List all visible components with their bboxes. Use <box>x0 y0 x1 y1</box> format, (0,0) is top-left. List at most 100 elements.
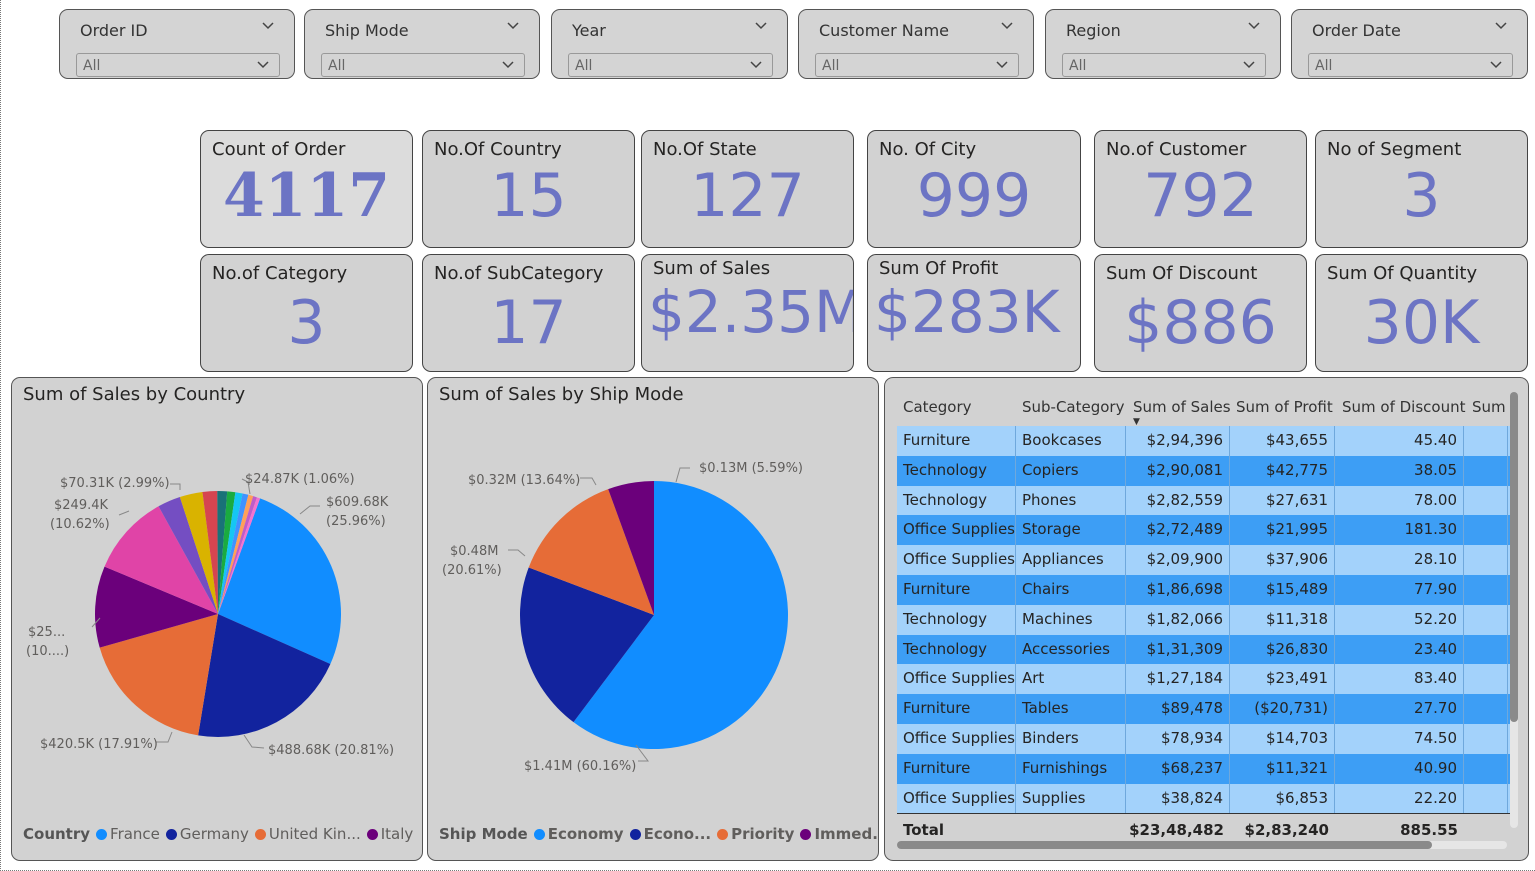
kpi-card-no-of-category[interactable]: No.of Category 3 <box>200 254 413 372</box>
chevron-down-icon[interactable] <box>748 57 764 73</box>
column-header-category[interactable]: Category <box>903 398 972 416</box>
legend-item-germany[interactable]: Germany <box>165 825 249 843</box>
legend-item-united-kin-[interactable]: United Kin... <box>254 825 361 843</box>
total-label: Total <box>903 821 944 840</box>
table-total-row: Total $23,48,482 $2,83,240 885.55 <box>897 813 1517 843</box>
country-legend: Country France Germany United Kin... Italy … <box>23 825 422 844</box>
country-pie-svg[interactable]: $609.68K (25.96%) $24.87K (1.06%) $70.31… <box>12 378 423 818</box>
card-value: 15 <box>490 161 567 231</box>
label-france-pct: (25.96%) <box>326 514 386 529</box>
table-cell: Technology <box>897 634 1016 665</box>
chevron-down-icon[interactable] <box>1241 57 1257 73</box>
table-cell-empty <box>1464 426 1508 456</box>
collapse-chevron-icon[interactable] <box>505 18 521 34</box>
kpi-card-count-of-order[interactable]: Count of Order 4117 <box>200 130 413 248</box>
collapse-chevron-icon[interactable] <box>999 18 1015 34</box>
slicer-customer-name[interactable]: Customer Name All <box>798 9 1034 79</box>
slicer-dropdown[interactable]: All <box>321 53 525 77</box>
column-header-sum-of-profit[interactable]: Sum of Profit <box>1236 398 1333 416</box>
table-row[interactable]: Office Supplies Binders $78,934 $14,703 74.5… <box>897 723 1517 754</box>
kpi-card-no-of-state[interactable]: No.Of State 127 <box>641 130 854 248</box>
table-row[interactable]: Technology Machines $1,82,066 $11,318 52.20 <box>897 604 1517 635</box>
total-profit: $2,83,240 <box>1244 821 1329 840</box>
slicer-dropdown[interactable]: All <box>1308 53 1513 77</box>
chevron-down-icon[interactable] <box>255 57 271 73</box>
label-econo2: $0.48M <box>450 544 498 559</box>
slicer-dropdown[interactable]: All <box>76 53 280 77</box>
collapse-chevron-icon[interactable] <box>1246 18 1262 34</box>
card-title: Sum Of Discount <box>1106 263 1258 284</box>
sales-table: Category Sub-Category Sum of Sales Sum of P… <box>897 386 1517 843</box>
column-header-sum[interactable]: Sum <box>1472 398 1506 416</box>
chevron-down-icon[interactable] <box>500 57 516 73</box>
label-italy: $25... <box>28 625 65 640</box>
collapse-chevron-icon[interactable] <box>753 18 769 34</box>
table-cell: Technology <box>897 455 1016 486</box>
table-cell: 181.30 <box>1335 515 1464 546</box>
slicer-dropdown[interactable]: All <box>815 53 1019 77</box>
horizontal-scrollbar[interactable] <box>897 841 1507 849</box>
table-cell: 74.50 <box>1335 723 1464 754</box>
table-row[interactable]: Furniture Bookcases $2,94,396 $43,655 45.40 <box>897 426 1517 456</box>
slicer-ship-mode[interactable]: Ship Mode All <box>304 9 540 79</box>
slicer-dropdown[interactable]: All <box>568 53 773 77</box>
vertical-scrollbar[interactable] <box>1510 392 1518 828</box>
slicer-order-date[interactable]: Order Date All <box>1291 9 1528 79</box>
table-row[interactable]: Technology Accessories $1,31,309 $26,830 23.… <box>897 634 1517 665</box>
kpi-card-sum-of-discount[interactable]: Sum Of Discount $886 <box>1094 254 1307 372</box>
kpi-card-sum-of-sales[interactable]: Sum of Sales $2.35M <box>641 254 854 372</box>
card-title: No.of SubCategory <box>434 263 604 284</box>
shipmode-pie-panel[interactable]: Sum of Sales by Ship Mode $0.13M (5.59%)… <box>427 377 879 861</box>
legend-item-priority[interactable]: Priority <box>717 825 794 843</box>
kpi-card-no-of-city[interactable]: No. Of City 999 <box>867 130 1081 248</box>
table-cell: $23,491 <box>1230 664 1335 695</box>
legend-item-france[interactable]: France <box>96 825 160 843</box>
column-header-sub-category[interactable]: Sub-Category <box>1022 398 1124 416</box>
table-cell: $11,321 <box>1230 753 1335 784</box>
label-s5-pct: (10.62%) <box>50 517 110 532</box>
legend-label: Priority <box>731 825 795 843</box>
column-header-sum-of-discount[interactable]: Sum of Discount <box>1342 398 1466 416</box>
column-header-sum-of-sales[interactable]: Sum of Sales <box>1133 398 1231 416</box>
table-panel[interactable]: Category Sub-Category Sum of Sales Sum of P… <box>884 377 1529 861</box>
table-row[interactable]: Technology Phones $2,82,559 $27,631 78.00 <box>897 485 1517 516</box>
kpi-card-no-of-segment[interactable]: No of Segment 3 <box>1315 130 1528 248</box>
legend-item-econo-[interactable]: Econo... <box>629 825 711 843</box>
table-row[interactable]: Office Supplies Art $1,27,184 $23,491 83.40 <box>897 664 1517 695</box>
table-row[interactable]: Office Supplies Appliances $2,09,900 $37,90… <box>897 545 1517 575</box>
table-cell: Technology <box>897 485 1016 516</box>
kpi-card-no-of-subcategory[interactable]: No.of SubCategory 17 <box>422 254 635 372</box>
collapse-chevron-icon[interactable] <box>260 18 276 34</box>
kpi-card-sum-of-profit[interactable]: Sum Of Profit $283K <box>867 254 1081 372</box>
table-cell: 27.70 <box>1335 694 1464 724</box>
legend-dot-icon <box>96 828 108 840</box>
table-row[interactable]: Furniture Furnishings $68,237 $11,321 40.90 <box>897 753 1517 784</box>
legend-item-economy[interactable]: Economy <box>533 825 624 843</box>
table-row[interactable]: Furniture Tables $89,478 ($20,731) 27.70 <box>897 694 1517 724</box>
slicer-order-id[interactable]: Order ID All <box>59 9 295 79</box>
shipmode-legend: Ship Mode Economy Econo... Priority Immed..… <box>439 825 878 844</box>
table-row[interactable]: Technology Copiers $2,90,081 $42,775 38.05 <box>897 455 1517 486</box>
table-cell: $27,631 <box>1230 485 1335 516</box>
kpi-card-sum-of-quantity[interactable]: Sum Of Quantity 30K <box>1315 254 1528 372</box>
kpi-card-no-of-country[interactable]: No.Of Country 15 <box>422 130 635 248</box>
collapse-chevron-icon[interactable] <box>1493 18 1509 34</box>
kpi-card-no-of-customer[interactable]: No.of Customer 792 <box>1094 130 1307 248</box>
label-s6: $70.31K (2.99%) <box>60 476 170 491</box>
slicer-dropdown[interactable]: All <box>1062 53 1266 77</box>
slicer-year[interactable]: Year All <box>551 9 788 79</box>
slicer-region[interactable]: Region All <box>1045 9 1281 79</box>
table-cell: Office Supplies <box>897 664 1016 695</box>
shipmode-pie-svg[interactable]: $0.13M (5.59%) $0.32M (13.64%) $0.48M (2… <box>428 378 879 818</box>
legend-item-immed-[interactable]: Immed... <box>800 825 878 843</box>
slicer-title: Year <box>572 21 606 40</box>
chevron-down-icon[interactable] <box>1488 57 1504 73</box>
legend-dot-icon <box>533 828 545 840</box>
country-pie-panel[interactable]: Sum of Sales by Country $609.68K (25.96%… <box>11 377 423 861</box>
table-row[interactable]: Office Supplies Storage $2,72,489 $21,995 18… <box>897 515 1517 546</box>
chevron-down-icon[interactable] <box>994 57 1010 73</box>
table-cell: 22.20 <box>1335 783 1464 814</box>
table-row[interactable]: Furniture Chairs $1,86,698 $15,489 77.90 <box>897 574 1517 605</box>
legend-item-italy[interactable]: Italy <box>366 825 413 843</box>
table-row[interactable]: Office Supplies Supplies $38,824 $6,853 22.2… <box>897 783 1517 814</box>
